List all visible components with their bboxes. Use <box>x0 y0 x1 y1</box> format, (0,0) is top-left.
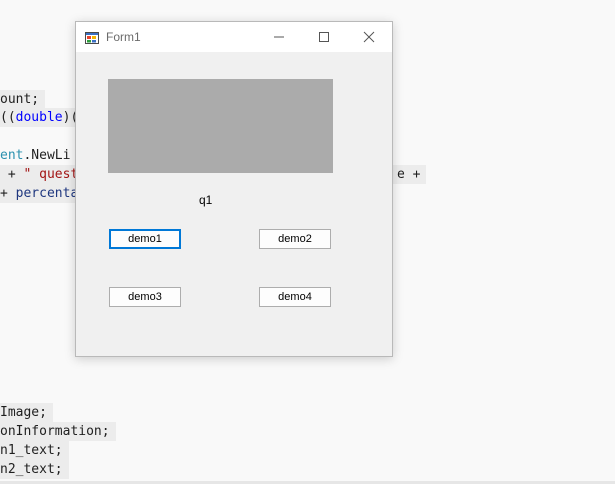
code-line-2: ((double)( <box>0 108 85 127</box>
demo4-button[interactable]: demo4 <box>259 287 331 307</box>
form-app-icon <box>85 30 99 44</box>
minimize-button[interactable] <box>256 22 302 52</box>
code-line-5: + percenta <box>0 184 85 203</box>
code-line-3: ent.NewLi <box>0 148 71 163</box>
code-line-4-right: e + <box>391 165 427 184</box>
close-icon <box>363 31 375 43</box>
code-line-4: + " quest <box>0 165 85 184</box>
form1-window: Form1 q1 demo1 demo2 demo3 demo4 <box>75 21 393 357</box>
demo1-button[interactable]: demo1 <box>109 229 181 249</box>
demo3-button[interactable]: demo3 <box>109 287 181 307</box>
code-line-6: Image; <box>0 403 53 422</box>
code-line-1: ount; <box>0 90 46 109</box>
minimize-icon <box>274 36 284 38</box>
code-line-9: n2_text; <box>0 460 69 479</box>
maximize-icon <box>319 32 329 42</box>
title-bar[interactable]: Form1 <box>76 22 392 52</box>
code-line-8: n1_text; <box>0 441 69 460</box>
picture-box <box>108 79 333 173</box>
close-button[interactable] <box>346 22 392 52</box>
window-title: Form1 <box>106 30 141 44</box>
code-line-7: onInformation; <box>0 422 116 441</box>
demo2-button[interactable]: demo2 <box>259 229 331 249</box>
question-label: q1 <box>199 193 213 207</box>
maximize-button[interactable] <box>301 22 347 52</box>
